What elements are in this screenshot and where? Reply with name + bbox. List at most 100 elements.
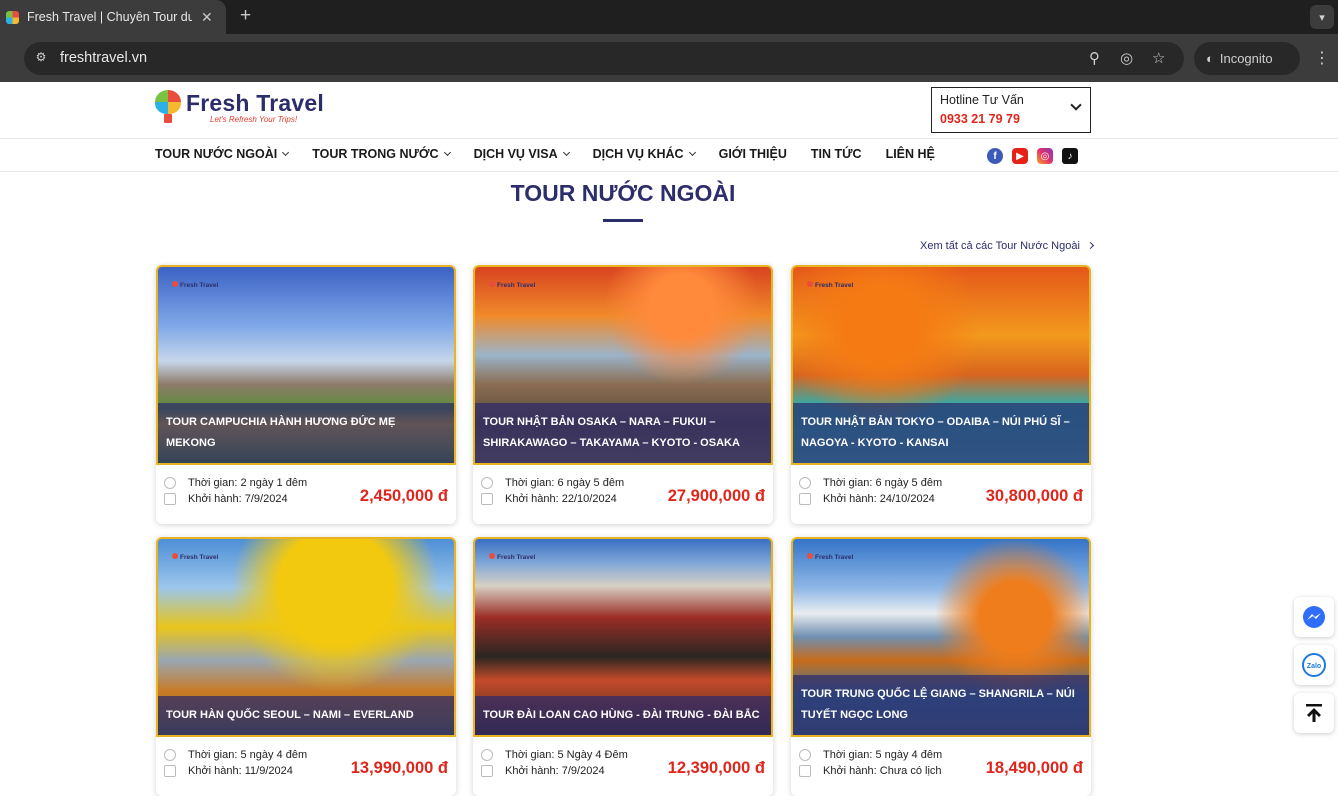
tour-duration: Thời gian: 5 ngày 4 đêm bbox=[823, 749, 943, 761]
nav-item-label: DỊCH VỤ KHÁC bbox=[592, 147, 684, 161]
tour-info: Thời gian: 6 ngày 5 đêm Khởi hành: 22/10/… bbox=[481, 475, 624, 507]
hotline-dropdown[interactable]: Hotline Tư Vấn 0933 21 79 79 bbox=[931, 87, 1091, 133]
clock-icon bbox=[164, 749, 176, 761]
tour-departure: Khởi hành: 24/10/2024 bbox=[823, 493, 935, 505]
calendar-icon bbox=[799, 493, 811, 505]
tour-info: Thời gian: 5 ngày 4 đêm Khởi hành: 11/9/2… bbox=[164, 747, 307, 779]
nav-item[interactable]: TIN TỨC bbox=[811, 147, 862, 161]
nav-item-label: LIÊN HỆ bbox=[885, 147, 935, 161]
tour-title[interactable]: TOUR HÀN QUỐC SEOUL – NAMI – EVERLAND bbox=[158, 696, 454, 735]
tour-title[interactable]: TOUR NHẬT BẢN TOKYO – ODAIBA – NÚI PHÚ S… bbox=[793, 403, 1089, 463]
tour-title[interactable]: TOUR NHẬT BẢN OSAKA – NARA – FUKUI – SHI… bbox=[475, 403, 771, 463]
site-logo[interactable]: Fresh Travel Let's Refresh Your Trips! bbox=[155, 90, 324, 124]
chevron-right-icon bbox=[1086, 241, 1094, 250]
bookmark-star-icon[interactable]: ☆ bbox=[1152, 49, 1165, 67]
svg-text:Zalo: Zalo bbox=[1307, 663, 1321, 670]
chevron-down-icon bbox=[688, 148, 696, 157]
tour-title[interactable]: TOUR TRUNG QUỐC LỆ GIANG – SHANGRILA – N… bbox=[793, 675, 1089, 735]
tab-search-icon[interactable]: ▾ bbox=[1310, 5, 1334, 29]
browser-menu-icon[interactable]: ⋮ bbox=[1312, 48, 1332, 68]
nav-item-label: TOUR NƯỚC NGOÀI bbox=[155, 147, 278, 161]
tour-image[interactable]: Fresh Travel TOUR CAMPUCHIA HÀNH HƯƠNG ĐỨ… bbox=[156, 265, 456, 465]
nav-item[interactable]: GIỚI THIỆU bbox=[719, 147, 787, 161]
tab-title: Fresh Travel | Chuyên Tour du bbox=[27, 10, 192, 24]
incognito-indicator[interactable]: ◐ Incognito bbox=[1194, 42, 1300, 75]
calendar-icon bbox=[481, 493, 493, 505]
tour-card[interactable]: Fresh Travel TOUR CAMPUCHIA HÀNH HƯƠNG ĐỨ… bbox=[156, 265, 456, 524]
tour-departure: Khởi hành: 7/9/2024 bbox=[505, 765, 605, 777]
tour-duration: Thời gian: 2 ngày 1 đêm bbox=[188, 477, 308, 489]
tour-price: 30,800,000 đ bbox=[985, 487, 1083, 505]
browser-toolbar: ⚙ freshtravel.vn ⚲ ◎ ☆ ◐ Incognito ⋮ bbox=[0, 34, 1338, 82]
tour-departure: Khởi hành: 11/9/2024 bbox=[188, 765, 293, 777]
image-watermark: Fresh Travel bbox=[807, 281, 853, 289]
chevron-down-icon bbox=[562, 148, 570, 157]
youtube-icon[interactable]: ▶ bbox=[1012, 148, 1028, 164]
tour-image[interactable]: Fresh Travel TOUR NHẬT BẢN TOKYO – ODAIBA… bbox=[791, 265, 1091, 465]
nav-item-label: GIỚI THIỆU bbox=[718, 147, 787, 161]
tour-image[interactable]: Fresh Travel TOUR HÀN QUỐC SEOUL – NAMI –… bbox=[156, 537, 456, 737]
nav-item[interactable]: LIÊN HỆ bbox=[886, 147, 935, 161]
image-watermark: Fresh Travel bbox=[172, 281, 218, 289]
new-tab-icon[interactable]: + bbox=[240, 5, 251, 27]
tour-duration: Thời gian: 6 ngày 5 đêm bbox=[505, 477, 625, 489]
tour-card[interactable]: Fresh Travel TOUR NHẬT BẢN OSAKA – NARA –… bbox=[473, 265, 773, 524]
tour-price: 27,900,000 đ bbox=[667, 487, 765, 505]
tour-duration: Thời gian: 5 ngày 4 đêm bbox=[188, 749, 308, 761]
chevron-down-icon bbox=[282, 148, 290, 157]
close-tab-icon[interactable]: ✕ bbox=[201, 9, 213, 26]
hotline-label: Hotline Tư Vấn bbox=[940, 93, 1024, 107]
nav-item[interactable]: TOUR TRONG NƯỚC bbox=[312, 147, 451, 161]
zoom-icon[interactable]: ⚲ bbox=[1089, 49, 1100, 67]
tour-card[interactable]: Fresh Travel TOUR HÀN QUỐC SEOUL – NAMI –… bbox=[156, 537, 456, 796]
tiktok-icon[interactable]: ♪ bbox=[1062, 148, 1078, 164]
tour-title[interactable]: TOUR ĐÀI LOAN CAO HÙNG - ĐÀI TRUNG - ĐÀI… bbox=[475, 696, 771, 735]
url-text[interactable]: freshtravel.vn bbox=[60, 50, 147, 66]
browser-tab[interactable]: Fresh Travel | Chuyên Tour du ✕ bbox=[0, 0, 226, 34]
clock-icon bbox=[164, 477, 176, 489]
nav-item-label: TOUR TRONG NƯỚC bbox=[312, 147, 439, 161]
instagram-icon[interactable]: ◎ bbox=[1037, 148, 1053, 164]
messenger-button[interactable] bbox=[1294, 597, 1334, 637]
calendar-icon bbox=[481, 765, 493, 777]
calendar-icon bbox=[164, 493, 176, 505]
tour-departure: Khởi hành: Chưa có lịch bbox=[823, 765, 942, 777]
divider bbox=[0, 171, 1338, 172]
tour-card[interactable]: Fresh Travel TOUR NHẬT BẢN TOKYO – ODAIBA… bbox=[791, 265, 1091, 524]
nav-item[interactable]: DỊCH VỤ KHÁC bbox=[592, 147, 696, 161]
web-page: Fresh Travel Let's Refresh Your Trips! H… bbox=[0, 82, 1338, 796]
address-bar[interactable]: ⚙ freshtravel.vn ⚲ ◎ ☆ bbox=[24, 42, 1184, 75]
title-underline bbox=[603, 219, 643, 222]
image-watermark: Fresh Travel bbox=[489, 281, 535, 289]
site-favicon-icon bbox=[6, 10, 19, 24]
tour-card[interactable]: Fresh Travel TOUR TRUNG QUỐC LỆ GIANG – S… bbox=[791, 537, 1091, 796]
tour-title[interactable]: TOUR CAMPUCHIA HÀNH HƯƠNG ĐỨC MẸ MEKONG bbox=[158, 403, 454, 463]
zalo-button[interactable]: Zalo bbox=[1294, 645, 1334, 685]
site-info-icon[interactable]: ⚙ bbox=[32, 50, 50, 67]
tour-info: Thời gian: 5 Ngày 4 Đêm Khởi hành: 7/9/20… bbox=[481, 747, 628, 779]
eye-off-icon[interactable]: ◎ bbox=[1120, 49, 1133, 67]
image-watermark: Fresh Travel bbox=[807, 553, 853, 561]
floating-contact-bar: Zalo bbox=[1294, 597, 1338, 741]
view-all-label: Xem tất cả các Tour Nước Ngoài bbox=[920, 240, 1080, 252]
tour-price: 18,490,000 đ bbox=[985, 759, 1083, 777]
tour-image[interactable]: Fresh Travel TOUR ĐÀI LOAN CAO HÙNG - ĐÀI… bbox=[473, 537, 773, 737]
nav-item-label: DỊCH VỤ VISA bbox=[473, 147, 558, 161]
tour-image[interactable]: Fresh Travel TOUR TRUNG QUỐC LỆ GIANG – S… bbox=[791, 537, 1091, 737]
clock-icon bbox=[799, 477, 811, 489]
tour-card[interactable]: Fresh Travel TOUR ĐÀI LOAN CAO HÙNG - ĐÀI… bbox=[473, 537, 773, 796]
nav-item-label: TIN TỨC bbox=[810, 147, 862, 161]
main-nav: TOUR NƯỚC NGOÀI TOUR TRONG NƯỚC DỊCH VỤ VI… bbox=[155, 147, 959, 161]
nav-item[interactable]: TOUR NƯỚC NGOÀI bbox=[155, 147, 290, 161]
hotline-number[interactable]: 0933 21 79 79 bbox=[940, 112, 1082, 126]
back-to-top-button[interactable] bbox=[1294, 693, 1334, 733]
facebook-icon[interactable]: f bbox=[987, 148, 1003, 164]
brand-name: Fresh Travel bbox=[186, 90, 324, 116]
tour-info: Thời gian: 2 ngày 1 đêm Khởi hành: 7/9/20… bbox=[164, 475, 307, 507]
tour-image[interactable]: Fresh Travel TOUR NHẬT BẢN OSAKA – NARA –… bbox=[473, 265, 773, 465]
section-title: TOUR NƯỚC NGOÀI bbox=[510, 180, 736, 206]
tour-info: Thời gian: 5 ngày 4 đêm Khởi hành: Chưa c… bbox=[799, 747, 942, 779]
nav-item[interactable]: DỊCH VỤ VISA bbox=[473, 147, 570, 161]
view-all-link[interactable]: Xem tất cả các Tour Nước Ngoài bbox=[920, 240, 1094, 252]
calendar-icon bbox=[799, 765, 811, 777]
